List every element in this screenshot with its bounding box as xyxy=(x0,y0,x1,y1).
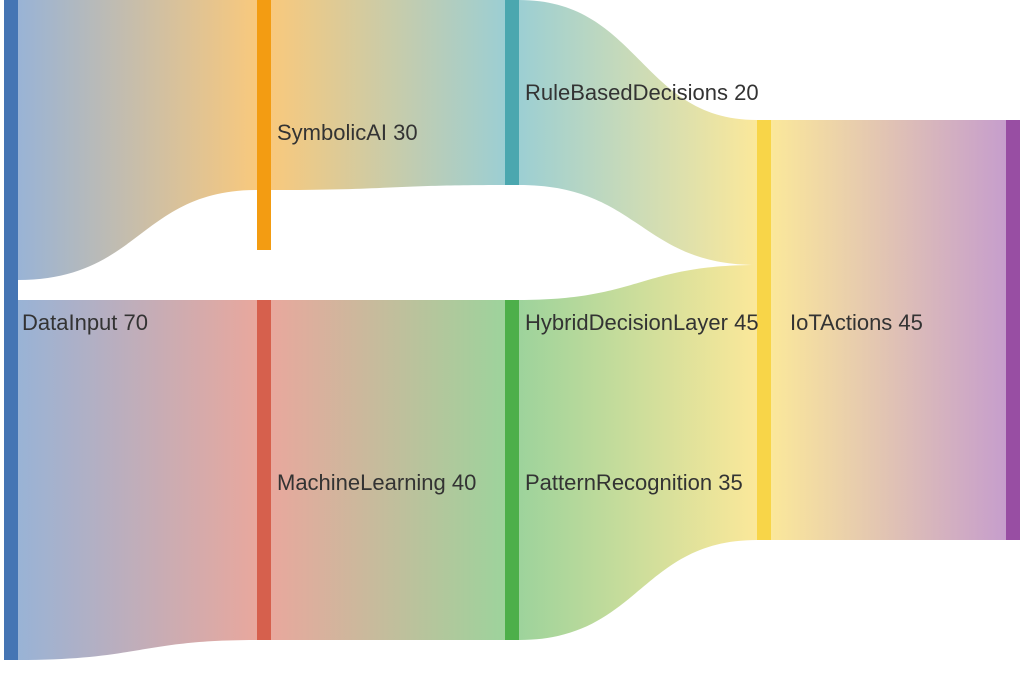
node-iotactions xyxy=(1006,120,1020,540)
link-rulebased-yellow xyxy=(519,0,757,265)
label-datainput: DataInput 70 xyxy=(22,310,148,335)
link-datainput-machinelearning xyxy=(18,300,257,660)
node-datainput xyxy=(4,0,18,660)
node-machinelearning xyxy=(257,300,271,640)
label-machinelearning: MachineLearning 40 xyxy=(277,470,476,495)
label-iotactions: IoTActions 45 xyxy=(790,310,923,335)
link-symbolicai-rulebased xyxy=(271,0,505,190)
node-rulebaseddecisions xyxy=(505,0,519,185)
sankey-diagram: DataInput 70 SymbolicAI 30 MachineLearni… xyxy=(0,0,1024,683)
node-hybrid-pattern xyxy=(505,300,519,640)
label-rulebaseddecisions: RuleBasedDecisions 20 xyxy=(525,80,759,105)
link-datainput-symbolicai xyxy=(18,0,257,280)
label-hybriddecisionlayer: HybridDecisionLayer 45 xyxy=(525,310,759,335)
node-symbolicai xyxy=(257,0,271,250)
label-symbolicai: SymbolicAI 30 xyxy=(277,120,418,145)
node-yellow-merge xyxy=(757,120,771,540)
label-patternrecognition: PatternRecognition 35 xyxy=(525,470,743,495)
